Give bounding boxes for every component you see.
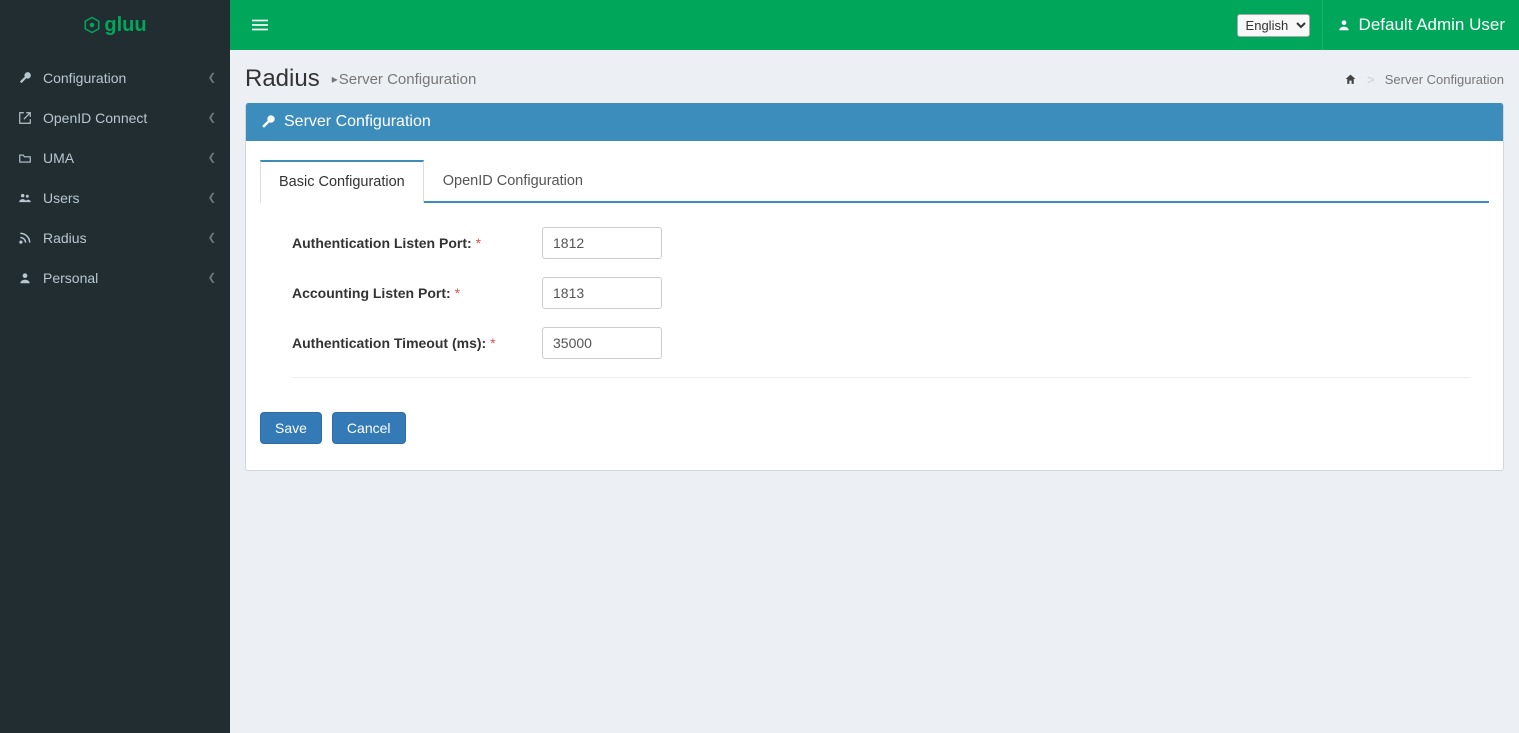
sidebar-item-uma[interactable]: UMA ❮ xyxy=(0,138,230,178)
sidebar-toggle-button[interactable] xyxy=(242,7,278,43)
external-link-icon xyxy=(15,111,35,125)
user-label: Default Admin User xyxy=(1359,15,1505,35)
page-title: Radius xyxy=(245,65,320,93)
breadcrumb-separator: > xyxy=(1367,72,1375,87)
page-subtitle: Server Configuration xyxy=(339,71,477,88)
breadcrumb-home[interactable] xyxy=(1344,73,1357,86)
users-icon xyxy=(15,191,35,205)
sidebar-item-label: UMA xyxy=(43,150,74,166)
sidebar-item-label: Users xyxy=(43,190,80,206)
home-icon xyxy=(1344,73,1357,86)
save-button[interactable]: Save xyxy=(260,412,322,444)
sidebar-item-users[interactable]: Users ❮ xyxy=(0,178,230,218)
user-menu[interactable]: Default Admin User xyxy=(1322,0,1519,50)
divider xyxy=(292,377,1471,378)
brand-logo[interactable]: gluu xyxy=(0,0,230,50)
wrench-icon xyxy=(15,71,35,85)
chevron-left-icon: ❮ xyxy=(208,273,216,284)
auth-port-label: Authentication Listen Port: * xyxy=(292,235,542,251)
rss-icon xyxy=(15,231,35,245)
user-icon xyxy=(1337,18,1351,32)
sidebar-item-label: Radius xyxy=(43,230,87,246)
panel-heading: Server Configuration xyxy=(246,103,1503,141)
folder-open-icon xyxy=(15,151,35,165)
chevron-left-icon: ❮ xyxy=(208,193,216,204)
auth-timeout-label: Authentication Timeout (ms): * xyxy=(292,335,542,351)
content-header: Radius ▸ Server Configuration > Server C… xyxy=(230,50,1519,103)
server-configuration-panel: Server Configuration Basic Configuration… xyxy=(245,103,1504,471)
brand-hex-icon xyxy=(83,16,101,34)
chevron-left-icon: ❮ xyxy=(208,153,216,164)
tabs: Basic Configuration OpenID Configuration xyxy=(260,159,1489,203)
tab-basic-configuration[interactable]: Basic Configuration xyxy=(260,160,424,204)
auth-timeout-input[interactable] xyxy=(542,327,662,359)
language-select[interactable]: English xyxy=(1237,14,1310,37)
chevron-left-icon: ❮ xyxy=(208,233,216,244)
topbar: English Default Admin User xyxy=(230,0,1519,50)
cancel-button[interactable]: Cancel xyxy=(332,412,406,444)
brand-text: gluu xyxy=(104,14,146,37)
wrench-icon xyxy=(260,114,276,130)
auth-port-input[interactable] xyxy=(542,227,662,259)
sidebar-item-label: Personal xyxy=(43,270,98,286)
sidebar-item-label: OpenID Connect xyxy=(43,110,147,126)
person-icon xyxy=(15,271,35,285)
sidebar-item-radius[interactable]: Radius ❮ xyxy=(0,218,230,258)
chevron-left-icon: ❮ xyxy=(208,113,216,124)
caret-right-icon: ▸ xyxy=(332,72,338,86)
sidebar-item-openid-connect[interactable]: OpenID Connect ❮ xyxy=(0,98,230,138)
sidebar-item-configuration[interactable]: Configuration ❮ xyxy=(0,58,230,98)
sidebar-item-label: Configuration xyxy=(43,70,126,86)
chevron-left-icon: ❮ xyxy=(208,73,216,84)
breadcrumb-current: Server Configuration xyxy=(1385,72,1504,87)
acct-port-input[interactable] xyxy=(542,277,662,309)
sidebar-item-personal[interactable]: Personal ❮ xyxy=(0,258,230,298)
panel-title: Server Configuration xyxy=(284,113,431,131)
breadcrumb: > Server Configuration xyxy=(1344,72,1504,87)
tab-label: Basic Configuration xyxy=(279,174,405,190)
acct-port-label: Accounting Listen Port: * xyxy=(292,285,542,301)
basic-configuration-form: Authentication Listen Port: * Accounting… xyxy=(260,227,1489,412)
tab-openid-configuration[interactable]: OpenID Configuration xyxy=(424,160,602,202)
hamburger-icon xyxy=(252,17,268,33)
sidebar: gluu Configuration ❮ OpenID Connect ❮ xyxy=(0,0,230,733)
tab-label: OpenID Configuration xyxy=(443,173,583,189)
